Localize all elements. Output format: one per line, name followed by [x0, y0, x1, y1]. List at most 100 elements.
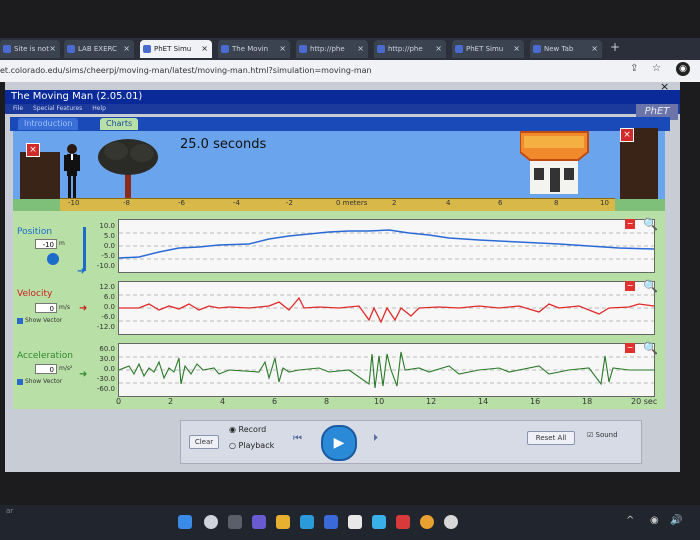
acceleration-show-vector-checkbox[interactable]: Show Vector: [17, 378, 62, 385]
close-right-wall-icon[interactable]: ×: [620, 128, 634, 142]
velocity-show-vector-checkbox[interactable]: Show Vector: [17, 317, 62, 324]
star-icon[interactable]: ☆: [652, 63, 661, 74]
position-ytick: -10.0: [96, 262, 115, 270]
chrome-icon[interactable]: [420, 515, 434, 529]
acceleration-zoom-icon[interactable]: 🔍: [643, 341, 658, 355]
tab-charts[interactable]: Charts: [100, 118, 139, 130]
velocity-zoom-icon[interactable]: 🔍: [643, 279, 658, 293]
close-tab-icon[interactable]: ×: [201, 40, 208, 58]
settings-icon[interactable]: [444, 515, 458, 529]
tab-favicon-icon: [533, 45, 541, 53]
ruler-tick: 6: [498, 199, 503, 207]
velocity-graph: [118, 281, 655, 335]
play-button-icon[interactable]: ▶: [321, 425, 357, 461]
volume-icon[interactable]: 🔊: [670, 515, 682, 526]
position-arrow-icon: ➜: [77, 266, 86, 277]
close-tab-icon[interactable]: ×: [49, 40, 56, 58]
sound-checkbox[interactable]: ☑ Sound: [587, 431, 618, 439]
time-tick: 0: [116, 397, 122, 406]
time-tick: 6: [272, 397, 278, 406]
browser-tab-active[interactable]: PhET Simu ×: [140, 40, 212, 58]
menu-file[interactable]: File: [13, 104, 23, 114]
ruler-tick: -10: [68, 199, 80, 207]
position-plot: [118, 229, 655, 260]
record-label: Record: [238, 425, 267, 434]
browser-tab[interactable]: Site is not ×: [0, 40, 60, 58]
menu-help[interactable]: Help: [92, 104, 106, 114]
record-radio[interactable]: ◉ Record: [229, 425, 266, 434]
graph-panel: Position -10 m ➜ 10.0 5.0 0.0 -5.0 -10.0…: [13, 211, 665, 409]
tab-introduction[interactable]: Introduction: [18, 118, 79, 130]
edge-icon[interactable]: [300, 515, 314, 529]
menu-special-features[interactable]: Special Features: [33, 104, 82, 114]
close-tab-icon[interactable]: ×: [123, 40, 130, 58]
task-view-icon[interactable]: [228, 515, 242, 529]
time-tick: 2: [168, 397, 174, 406]
address-bar[interactable]: et.colorado.edu/sims/cheerpj/moving-man/…: [0, 60, 700, 82]
velocity-label: Velocity: [17, 289, 53, 299]
acceleration-input[interactable]: 0: [35, 364, 57, 374]
browser-tab[interactable]: LAB EXERC ×: [64, 40, 134, 58]
velocity-input[interactable]: 0: [35, 303, 57, 313]
menu-bar: File Special Features Help: [5, 104, 680, 114]
position-slider-track[interactable]: [83, 227, 86, 271]
close-tab-icon[interactable]: ×: [279, 40, 286, 58]
close-tab-icon[interactable]: ×: [591, 40, 598, 58]
close-tab-icon[interactable]: ×: [435, 40, 442, 58]
acceleration-ytick: -60.0: [96, 385, 115, 393]
close-tab-icon[interactable]: ×: [513, 40, 520, 58]
acceleration-close-icon[interactable]: −: [625, 343, 635, 353]
position-zoom-icon[interactable]: 🔍: [643, 217, 658, 231]
tab-favicon-icon: [67, 45, 75, 53]
tab-favicon-icon: [3, 45, 11, 53]
close-left-wall-icon[interactable]: ×: [26, 143, 40, 157]
app-icon[interactable]: [396, 515, 410, 529]
store-icon[interactable]: [324, 515, 338, 529]
close-tab-icon[interactable]: ×: [357, 40, 364, 58]
share-icon[interactable]: ⇪: [630, 63, 638, 74]
sound-label: Sound: [595, 431, 618, 439]
new-tab-icon[interactable]: +: [610, 40, 620, 54]
browser-tab-bar: Site is not × LAB EXERC × PhET Simu × The M…: [0, 38, 700, 60]
browser-tab[interactable]: PhET Simu ×: [452, 40, 524, 58]
url-text[interactable]: et.colorado.edu/sims/cheerpj/moving-man/…: [0, 64, 372, 78]
profile-icon[interactable]: ◉: [676, 62, 690, 76]
teams-icon[interactable]: [252, 515, 266, 529]
playback-label: Playback: [238, 441, 275, 450]
step-forward-icon[interactable]: ⏵: [373, 433, 378, 444]
app-icon[interactable]: [372, 515, 386, 529]
time-tick: 14: [478, 397, 489, 406]
time-tick: 18: [582, 397, 593, 406]
app-icon[interactable]: [348, 515, 362, 529]
velocity-ytick: 12.0: [99, 283, 115, 291]
velocity-ytick: -12.0: [96, 323, 115, 331]
rewind-icon[interactable]: ⏮: [293, 433, 302, 444]
moving-man-figure[interactable]: [62, 143, 82, 201]
browser-tab[interactable]: http://phe ×: [374, 40, 446, 58]
browser-tab[interactable]: http://phe ×: [296, 40, 368, 58]
file-explorer-icon[interactable]: [276, 515, 290, 529]
tray-chevron-icon[interactable]: ^: [626, 515, 634, 526]
position-input[interactable]: -10: [35, 239, 57, 249]
browser-tab[interactable]: The Movin ×: [218, 40, 290, 58]
left-wall: [20, 152, 60, 200]
playback-radio[interactable]: ○ Playback: [229, 441, 274, 450]
position-ytick: -5.0: [101, 252, 115, 260]
browser-tab[interactable]: New Tab ×: [530, 40, 602, 58]
close-app-icon[interactable]: ×: [660, 80, 669, 93]
position-label: Position: [17, 227, 53, 237]
reset-all-button[interactable]: Reset All: [527, 431, 575, 445]
clear-button[interactable]: Clear: [189, 435, 219, 449]
app-tabs: Introduction Charts: [10, 117, 670, 131]
house-image: [520, 131, 589, 194]
position-slider-knob-icon[interactable]: [47, 253, 59, 265]
wifi-icon[interactable]: ◉: [650, 515, 659, 526]
search-icon[interactable]: [204, 515, 218, 529]
velocity-close-icon[interactable]: −: [625, 281, 635, 291]
taskbar-left-label: ar: [6, 507, 14, 515]
acceleration-ytick: 0.0: [103, 365, 115, 373]
windows-start-icon[interactable]: [178, 515, 192, 529]
position-close-icon[interactable]: −: [625, 219, 635, 229]
ruler-tick: 0 meters: [336, 199, 368, 207]
tab-favicon-icon: [221, 45, 229, 53]
